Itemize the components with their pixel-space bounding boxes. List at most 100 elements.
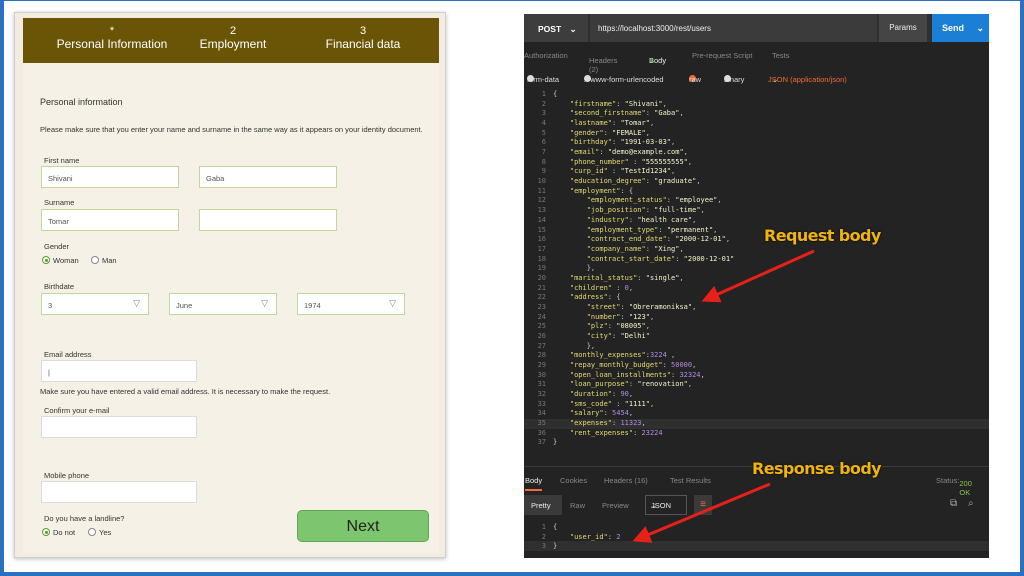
second-name-input[interactable]: Gaba: [199, 166, 337, 188]
code-text: "education_degree": "graduate",: [569, 177, 701, 186]
line-number: 11: [537, 186, 546, 195]
postman-window: POST ⌄ https://localhost:3000/rest/users…: [524, 14, 989, 558]
line-number: 32: [537, 390, 546, 399]
mode-label: raw: [689, 75, 702, 84]
send-button[interactable]: Send ⌄: [932, 14, 989, 42]
code-text: "number": "123",: [586, 312, 655, 321]
response-line: 3}: [524, 541, 989, 552]
birth-year-select[interactable]: 1974 ▽: [297, 293, 405, 315]
code-text: "open_loan_installments": 32324,: [569, 370, 705, 379]
step-employment[interactable]: 2 Employment: [183, 25, 283, 51]
tab-pre-request-script[interactable]: Pre-request Script: [692, 51, 752, 60]
response-tab-test-results[interactable]: Test Results: [670, 476, 711, 485]
first-name-input[interactable]: Shivani: [41, 166, 179, 188]
code-text: "rent_expenses": 23224: [569, 428, 663, 437]
first-name-label: First name: [44, 156, 80, 165]
code-text: "repay_monthly_budget": 50000,: [569, 361, 697, 370]
line-number: 8: [541, 157, 546, 166]
line-number: 30: [537, 370, 546, 379]
request-line: 10 "education_degree": "graduate",: [524, 177, 989, 187]
line-number: 3: [541, 109, 546, 118]
confirm-email-label: Confirm your e-mail: [44, 406, 110, 415]
surname-input[interactable]: Tomar: [41, 209, 179, 231]
line-number: 4: [541, 119, 546, 128]
response-body-annotation: Response body: [752, 459, 882, 478]
params-button[interactable]: Params: [879, 14, 927, 42]
gender-woman-option[interactable]: Woman: [42, 256, 79, 265]
response-tab-body[interactable]: Body: [525, 476, 543, 491]
email-input[interactable]: |: [41, 360, 197, 382]
line-number: 7: [541, 148, 546, 157]
step-financial[interactable]: 3 Financial data: [308, 25, 418, 51]
confirm-email-input[interactable]: [41, 416, 197, 438]
radio-icon[interactable]: [42, 528, 50, 537]
radio-icon[interactable]: [88, 528, 96, 537]
request-line: 35 "expenses": 11323,: [524, 419, 989, 430]
select-value: 3: [48, 301, 53, 310]
radio-icon[interactable]: [42, 256, 50, 265]
send-label: Send: [942, 23, 965, 33]
chevron-down-icon: ⌄: [651, 501, 658, 510]
select-value: 1974: [304, 301, 321, 310]
birth-day-select[interactable]: 3 ▽: [41, 293, 149, 315]
url-input[interactable]: https://localhost:3000/rest/users: [590, 14, 877, 42]
view-raw[interactable]: Raw: [570, 501, 585, 510]
request-line: 7 "email": "demo@example.com",: [524, 148, 989, 158]
response-panel: Body Cookies Headers (16) Test Results S…: [524, 466, 989, 558]
option-label: Do not: [53, 528, 76, 537]
request-line: 25 "plz": "08005",: [524, 322, 989, 332]
request-bar: POST ⌄ https://localhost:3000/rest/users…: [524, 14, 989, 42]
copy-icon[interactable]: ⧉: [950, 498, 957, 509]
request-line: 20 "marital_status": "single",: [524, 274, 989, 284]
request-line: 21 "children" : 0,: [524, 284, 989, 294]
gender-man-option[interactable]: Man: [91, 256, 117, 265]
second-surname-input[interactable]: [199, 209, 337, 231]
request-line: 30 "open_loan_installments": 32324,: [524, 371, 989, 381]
request-line: 8 "phone_number" : "555555555",: [524, 158, 989, 168]
line-number: 16: [537, 235, 546, 244]
code-text: }: [553, 542, 558, 551]
request-body-editor[interactable]: 1{2 "firstname": "Shivani", 3 "second_fir…: [524, 90, 989, 460]
response-tab-cookies[interactable]: Cookies: [560, 476, 587, 485]
chevron-down-icon: ▽: [133, 298, 140, 308]
line-number: 23: [537, 302, 546, 311]
tab-tests[interactable]: Tests: [772, 51, 790, 60]
request-tabs: Authorization Headers (2) Body ● Pre-req…: [524, 46, 989, 74]
landline-no-option[interactable]: Do not: [42, 528, 75, 537]
response-tab-headers[interactable]: Headers (16): [604, 476, 648, 485]
next-button[interactable]: Next: [297, 510, 429, 542]
method-select[interactable]: POST ⌄: [524, 14, 588, 42]
chevron-down-icon: ⌄: [569, 24, 577, 34]
code-text: "address": {: [569, 293, 621, 302]
response-toolbar: Pretty Raw Preview JSON ⌄ ≡ ⧉ ⌕: [524, 495, 989, 517]
landline-label: Do you have a landline?: [44, 514, 125, 523]
code-text: "marital_status": "single",: [569, 273, 684, 282]
landline-yes-option[interactable]: Yes: [88, 528, 111, 537]
search-icon[interactable]: ⌕: [968, 498, 974, 509]
request-line: 37}: [524, 438, 989, 448]
gender-label: Gender: [44, 242, 70, 251]
response-line: 2 "user_id": 2: [524, 532, 989, 542]
view-pretty[interactable]: Pretty: [524, 495, 562, 515]
request-line: 19 },: [524, 264, 989, 274]
request-line: 33 "sms_code" : "1111",: [524, 400, 989, 410]
response-body-viewer: 1{2 "user_id": 2 3}: [524, 522, 989, 562]
view-preview[interactable]: Preview: [602, 501, 629, 510]
request-line: 9 "curp_id" : "TestId1234",: [524, 167, 989, 177]
radio-icon[interactable]: [91, 256, 99, 265]
option-label: Woman: [53, 256, 79, 265]
tab-authorization[interactable]: Authorization: [524, 51, 568, 60]
line-number: 27: [537, 341, 546, 350]
line-number: 14: [537, 215, 546, 224]
code-text: "loan_purpose": "renovation",: [569, 380, 693, 389]
wrap-lines-icon[interactable]: ≡: [694, 495, 712, 515]
birth-month-select[interactable]: June ▽: [169, 293, 277, 315]
content-type-label: JSON (application/json): [768, 75, 847, 84]
code-text: "curp_id" : "TestId1234",: [569, 167, 676, 176]
format-select[interactable]: JSON ⌄: [645, 495, 687, 515]
step-personal[interactable]: * Personal Information: [47, 25, 177, 51]
option-label: Yes: [99, 528, 112, 537]
mobile-phone-input[interactable]: [41, 481, 197, 503]
line-number: 24: [537, 312, 546, 321]
form-panel: * Personal Information 2 Employment 3 Fi…: [23, 18, 439, 553]
